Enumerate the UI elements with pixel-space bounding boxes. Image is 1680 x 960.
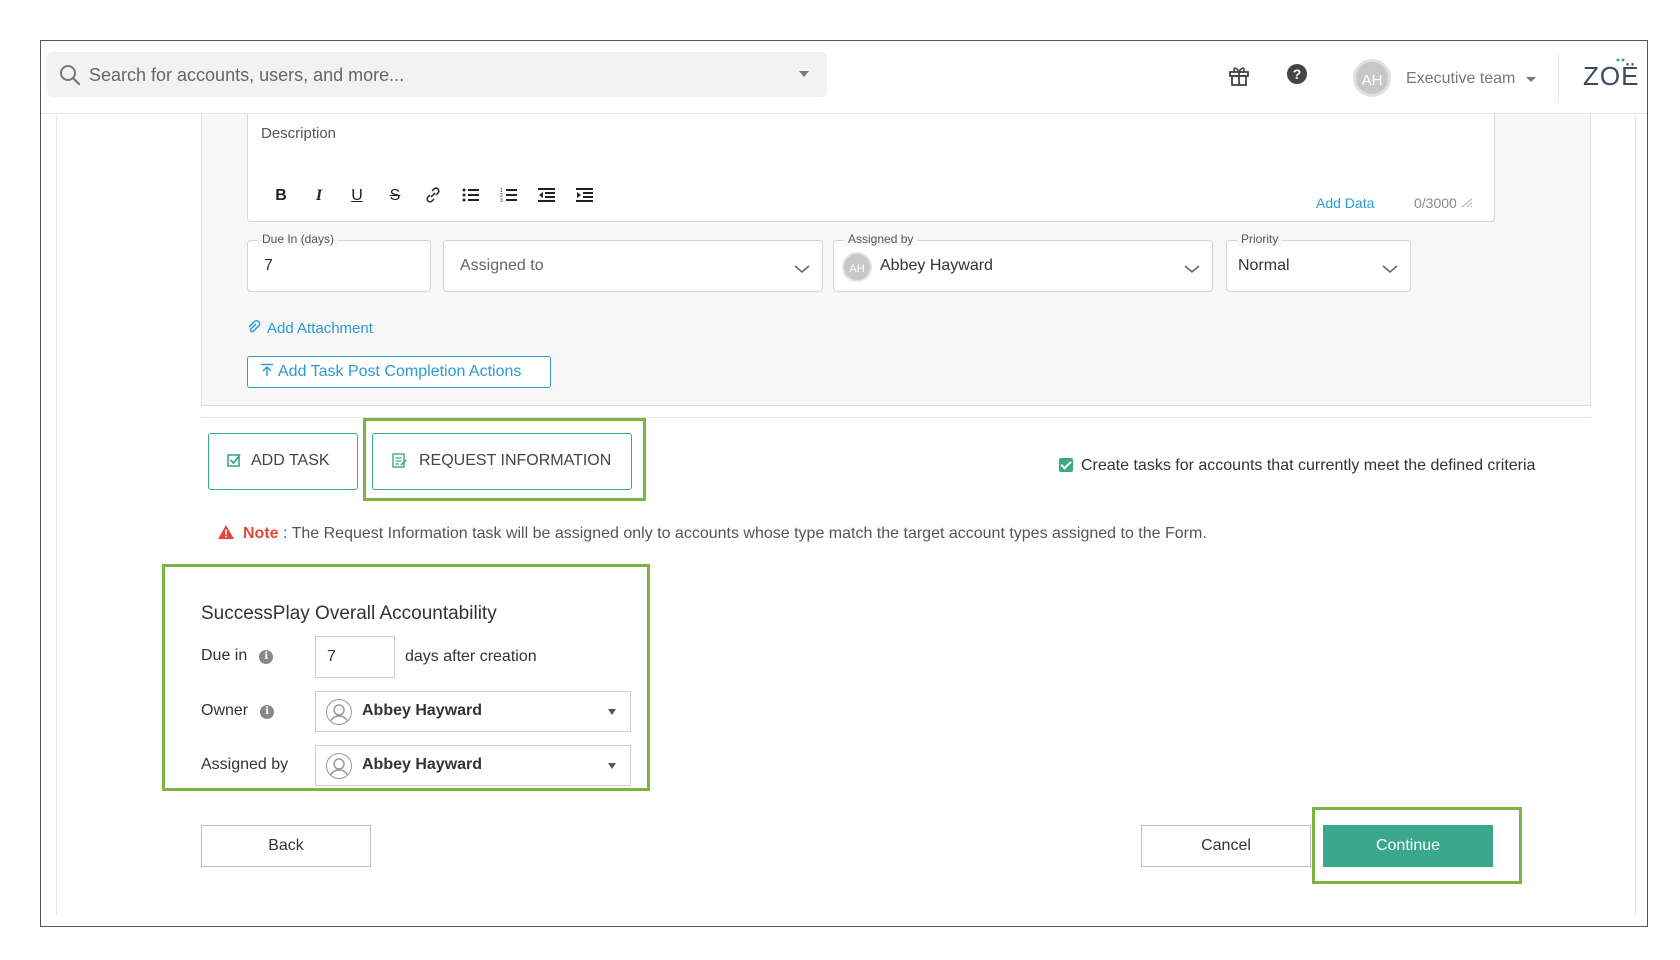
form-icon xyxy=(392,453,407,468)
logo-dots-icon xyxy=(1616,58,1625,62)
due-in-days-value[interactable]: 7 xyxy=(264,257,273,275)
description-editor[interactable]: Description B I U S 123 Add Data 0/3000 xyxy=(247,114,1495,222)
accountability-title: SuccessPlay Overall Accountability xyxy=(201,603,497,624)
search-icon xyxy=(59,64,81,91)
assigned-by-avatar: AH xyxy=(842,252,872,282)
accountability-assigned-by-select[interactable]: Abbey Hayward xyxy=(315,745,631,786)
add-data-link[interactable]: Add Data xyxy=(1316,195,1374,211)
add-post-completion-actions-button[interactable]: Add Task Post Completion Actions xyxy=(247,356,551,388)
owner-label: Owner i xyxy=(201,702,275,720)
create-tasks-option[interactable]: Create tasks for accounts that currently… xyxy=(1059,457,1535,475)
assigned-by-label: Assigned by xyxy=(844,232,918,246)
dropdown-arrow-icon[interactable] xyxy=(608,709,616,715)
due-in-label: Due in i xyxy=(201,647,274,665)
check-square-icon xyxy=(227,454,241,467)
info-icon[interactable]: i xyxy=(260,705,275,719)
chevron-down-icon[interactable] xyxy=(1184,261,1200,279)
cancel-button[interactable]: Cancel xyxy=(1141,825,1311,867)
gift-icon[interactable] xyxy=(1227,63,1251,92)
top-bar: Search for accounts, users, and more... … xyxy=(41,41,1647,114)
priority-value: Normal xyxy=(1238,257,1290,274)
warning-icon xyxy=(218,525,234,539)
svg-text:3: 3 xyxy=(500,198,503,203)
char-counter: 0/3000 xyxy=(1414,195,1473,211)
paperclip-icon xyxy=(248,320,261,333)
search-input[interactable]: Search for accounts, users, and more... xyxy=(89,65,404,86)
zoe-logo: ZOË xyxy=(1583,61,1640,91)
strikethrough-icon[interactable]: S xyxy=(376,187,414,208)
assigned-by-value: Abbey Hayward xyxy=(362,756,483,773)
due-in-days-field[interactable]: Due In (days) 7 xyxy=(247,232,431,292)
italic-icon[interactable]: I xyxy=(300,187,338,208)
create-tasks-checkbox[interactable] xyxy=(1059,458,1073,472)
search-dropdown-icon[interactable] xyxy=(799,71,809,77)
assigned-to-select[interactable]: Assigned to xyxy=(443,240,823,292)
underline-icon[interactable]: U xyxy=(338,187,376,208)
user-placeholder-icon xyxy=(326,699,352,725)
priority-label: Priority xyxy=(1237,232,1283,246)
assigned-by-label: Assigned by xyxy=(201,756,289,773)
request-information-button[interactable]: REQUEST INFORMATION xyxy=(372,433,632,490)
due-in-suffix: days after creation xyxy=(405,648,537,665)
task-editor-panel: Description B I U S 123 Add Data 0/3000 … xyxy=(201,114,1591,406)
global-search[interactable]: Search for accounts, users, and more... xyxy=(47,52,827,97)
app-frame: Search for accounts, users, and more... … xyxy=(40,40,1648,927)
add-task-button[interactable]: ADD TASK xyxy=(208,433,358,490)
owner-value: Abbey Hayward xyxy=(362,702,483,719)
description-placeholder[interactable]: Description xyxy=(261,125,336,142)
user-avatar[interactable]: AH xyxy=(1353,59,1391,97)
bold-icon[interactable]: B xyxy=(262,187,300,208)
chevron-down-icon[interactable] xyxy=(1382,261,1398,279)
assigned-by-select[interactable]: Assigned by AH Abbey Hayward xyxy=(833,232,1213,292)
info-icon[interactable]: i xyxy=(259,650,274,664)
content-border-right xyxy=(1635,115,1636,915)
back-button[interactable]: Back xyxy=(201,825,371,867)
divider xyxy=(1558,53,1559,101)
user-placeholder-icon xyxy=(326,753,352,779)
help-icon[interactable]: ? xyxy=(1286,63,1308,90)
due-in-input[interactable]: 7 xyxy=(315,636,395,678)
rich-text-toolbar: B I U S 123 xyxy=(262,187,604,208)
outdent-icon[interactable] xyxy=(528,187,566,208)
indent-icon[interactable] xyxy=(566,187,604,208)
dropdown-arrow-icon[interactable] xyxy=(608,763,616,769)
assigned-by-value: Abbey Hayward xyxy=(880,257,993,274)
assigned-to-placeholder: Assigned to xyxy=(460,257,544,274)
arrow-up-bar-icon xyxy=(261,363,273,376)
svg-text:?: ? xyxy=(1293,66,1302,82)
bullet-list-icon[interactable] xyxy=(452,187,490,208)
owner-select[interactable]: Abbey Hayward xyxy=(315,691,631,732)
chevron-down-icon[interactable] xyxy=(794,261,810,279)
request-information-note: Note : The Request Information task will… xyxy=(217,524,1207,543)
priority-select[interactable]: Priority Normal xyxy=(1226,232,1411,292)
add-attachment-link[interactable]: Add Attachment xyxy=(247,320,373,337)
numbered-list-icon[interactable]: 123 xyxy=(490,187,528,208)
content-border-left xyxy=(56,115,57,915)
team-dropdown-icon[interactable] xyxy=(1526,77,1536,82)
link-icon[interactable] xyxy=(414,187,452,208)
continue-button[interactable]: Continue xyxy=(1323,825,1493,867)
team-selector[interactable]: Executive team xyxy=(1406,70,1515,88)
resize-handle-icon[interactable] xyxy=(1461,198,1473,208)
due-in-days-label: Due In (days) xyxy=(258,232,339,246)
